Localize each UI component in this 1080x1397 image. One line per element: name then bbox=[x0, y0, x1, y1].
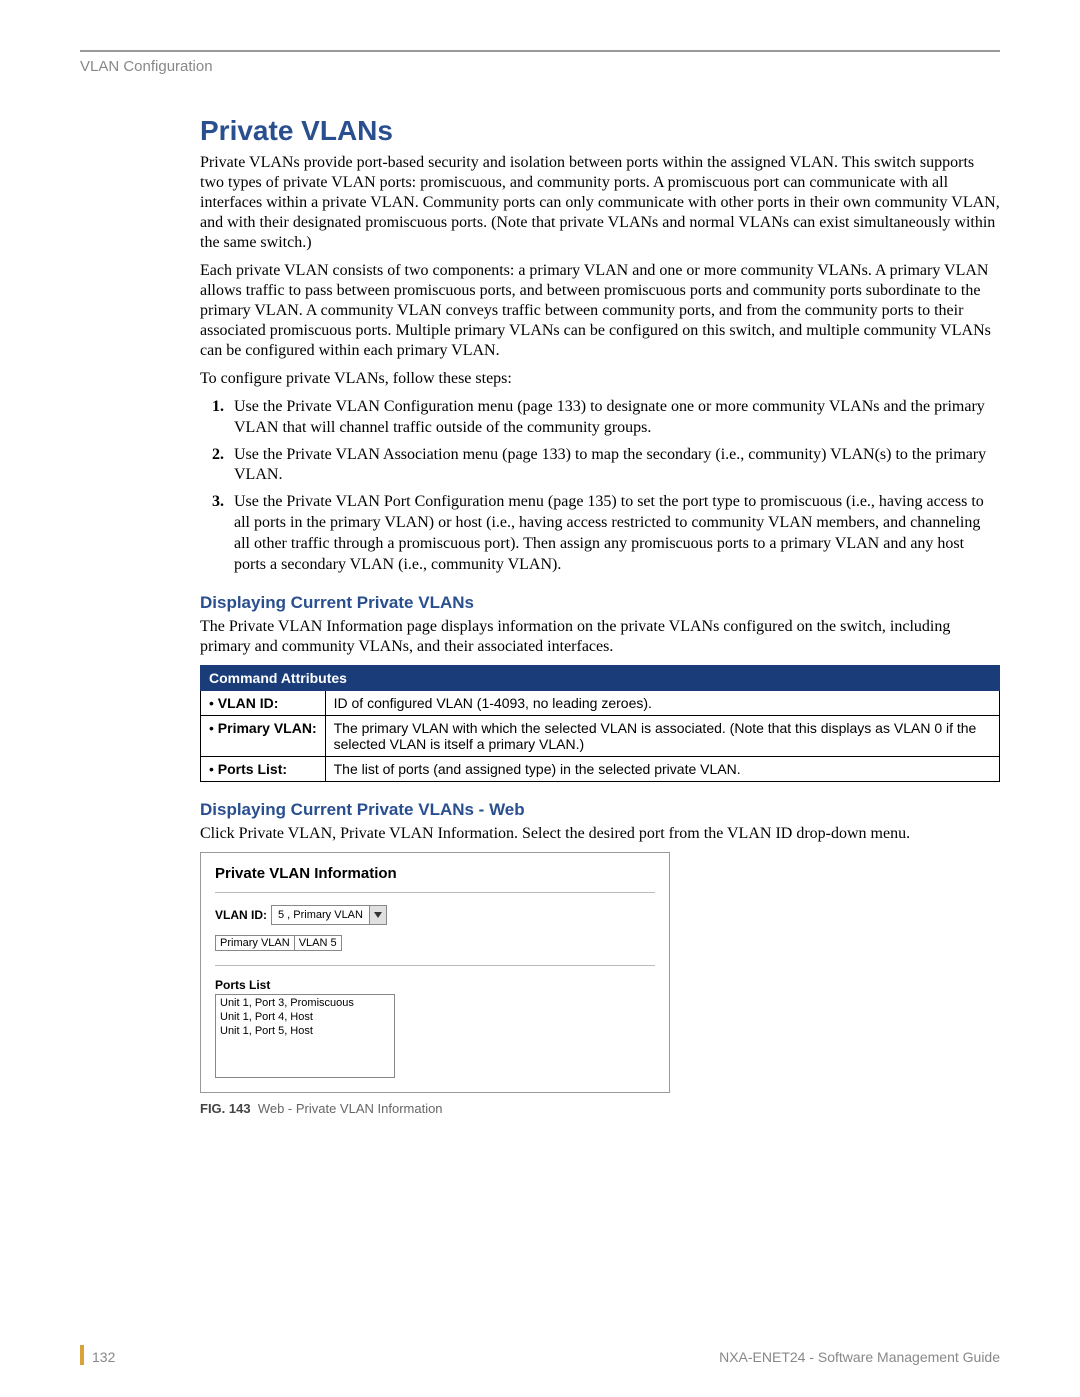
command-attributes-table: Command Attributes • VLAN ID: ID of conf… bbox=[200, 665, 1000, 782]
page-number: 132 bbox=[92, 1349, 115, 1365]
intro-para-3: To configure private VLANs, follow these… bbox=[200, 369, 1000, 389]
figure-caption: FIG. 143 Web - Private VLAN Information bbox=[200, 1101, 1000, 1116]
section-body-web: Click Private VLAN, Private VLAN Informa… bbox=[200, 824, 1000, 844]
page-footer: 132 NXA-ENET24 - Software Management Gui… bbox=[80, 1345, 1000, 1365]
step-1: Use the Private VLAN Configuration menu … bbox=[228, 397, 1000, 439]
cmd-table-header: Command Attributes bbox=[201, 666, 1000, 691]
page-title: Private VLANs bbox=[200, 115, 1000, 147]
cmd-desc-primary: The primary VLAN with which the selected… bbox=[325, 716, 999, 757]
section-body-displaying: The Private VLAN Information page displa… bbox=[200, 617, 1000, 657]
figure-panel-title: Private VLAN Information bbox=[215, 865, 655, 882]
vlanid-label: VLAN ID: bbox=[215, 908, 267, 922]
cmd-attr-primary: • Primary VLAN: bbox=[201, 716, 326, 757]
figure-panel: Private VLAN Information VLAN ID: 5 , Pr… bbox=[200, 852, 670, 1093]
primary-vlan-mini-table: Primary VLAN VLAN 5 bbox=[215, 935, 342, 951]
doc-title: NXA-ENET24 - Software Management Guide bbox=[719, 1349, 1000, 1365]
cmd-attr-vlanid: • VLAN ID: bbox=[201, 691, 326, 716]
intro-para-2: Each private VLAN consists of two compon… bbox=[200, 261, 1000, 361]
ports-list-box[interactable]: Unit 1, Port 3, Promiscuous Unit 1, Port… bbox=[215, 994, 395, 1078]
ports-list-item: Unit 1, Port 3, Promiscuous bbox=[220, 997, 390, 1011]
intro-para-1: Private VLANs provide port-based securit… bbox=[200, 153, 1000, 253]
ports-list-item: Unit 1, Port 4, Host bbox=[220, 1011, 390, 1025]
vlanid-dropdown[interactable]: 5 , Primary VLAN bbox=[271, 905, 387, 925]
vlanid-value: 5 , Primary VLAN bbox=[272, 909, 369, 921]
steps-list: Use the Private VLAN Configuration menu … bbox=[200, 397, 1000, 575]
ports-list-item: Unit 1, Port 5, Host bbox=[220, 1025, 390, 1039]
section-heading-displaying: Displaying Current Private VLANs bbox=[200, 593, 1000, 613]
cmd-attr-ports: • Ports List: bbox=[201, 757, 326, 782]
pv-col1: Primary VLAN bbox=[216, 936, 295, 951]
cmd-desc-vlanid: ID of configured VLAN (1-4093, no leadin… bbox=[325, 691, 999, 716]
pv-col2: VLAN 5 bbox=[294, 936, 341, 951]
chevron-down-icon[interactable] bbox=[369, 906, 386, 924]
step-2: Use the Private VLAN Association menu (p… bbox=[228, 445, 1000, 487]
footer-accent-bar bbox=[80, 1345, 84, 1365]
ports-list-label: Ports List bbox=[215, 978, 655, 992]
cmd-desc-ports: The list of ports (and assigned type) in… bbox=[325, 757, 999, 782]
page-header: VLAN Configuration bbox=[80, 58, 1000, 75]
step-3: Use the Private VLAN Port Configuration … bbox=[228, 492, 1000, 575]
section-heading-web: Displaying Current Private VLANs - Web bbox=[200, 800, 1000, 820]
